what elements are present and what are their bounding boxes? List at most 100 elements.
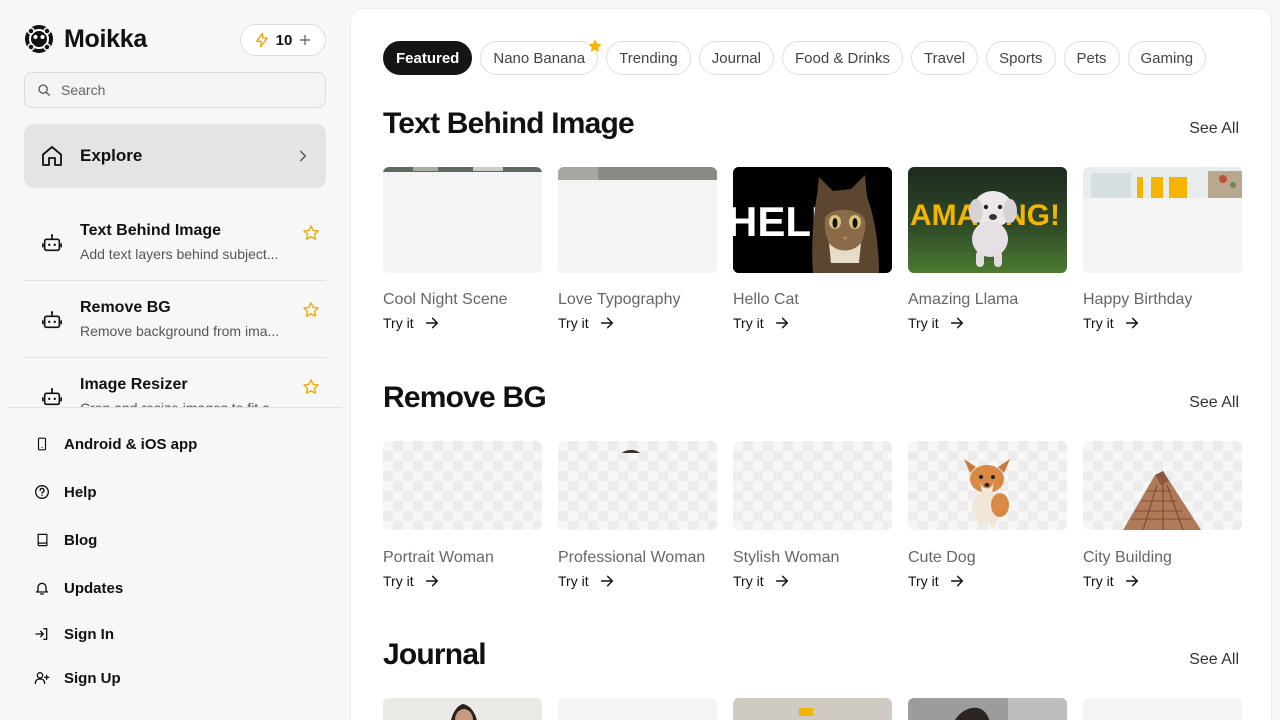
chevron-right-icon — [299, 150, 307, 162]
section-title: Journal — [383, 638, 487, 671]
arrow-right-icon — [600, 317, 613, 329]
card-title: Stylish Woman — [733, 549, 840, 566]
try-it-link[interactable]: Try it — [558, 573, 717, 589]
link-updates[interactable]: Updates — [34, 576, 284, 600]
moikka-logo-icon — [25, 25, 53, 53]
journal-thumbnail-3 — [733, 698, 892, 720]
journal-thumbnail-4 — [908, 698, 1067, 720]
card-thumbnail — [1083, 167, 1242, 273]
card-title: Cute Dog — [908, 549, 976, 566]
section-title: Remove BG — [383, 381, 547, 414]
thumbnail-placeholder — [383, 167, 542, 273]
card-row: Portrait Woman Try it Professional Woman… — [383, 441, 1242, 589]
card-thumbnail — [733, 698, 892, 720]
brand[interactable]: Moikka — [24, 24, 147, 54]
try-it-link[interactable]: Try it — [908, 315, 1067, 331]
search-box[interactable] — [24, 72, 326, 108]
search-input[interactable] — [61, 82, 311, 98]
template-card[interactable]: AMAZING! Amazing Llama Try it — [908, 167, 1067, 331]
template-card[interactable]: Love Typography Try it — [558, 167, 717, 331]
card-thumbnail — [1083, 441, 1242, 530]
sidebar-divider — [8, 407, 342, 408]
try-it-label: Try it — [558, 573, 589, 589]
chip-trending[interactable]: Trending — [606, 41, 691, 75]
section-title: Text Behind Image — [383, 107, 635, 140]
try-it-link[interactable]: Try it — [733, 573, 892, 589]
template-card[interactable] — [383, 698, 542, 720]
star-icon[interactable] — [302, 224, 320, 242]
template-card[interactable]: Cool Night Scene Try it — [383, 167, 542, 331]
robot-icon — [42, 311, 62, 329]
try-it-link[interactable]: Try it — [908, 573, 1067, 589]
template-card[interactable] — [733, 698, 892, 720]
nav-explore[interactable]: Explore — [24, 124, 326, 188]
template-card[interactable] — [1083, 698, 1242, 720]
tool-description: Remove background from ima... — [80, 323, 280, 339]
search-icon — [38, 84, 50, 96]
template-card[interactable]: Portrait Woman Try it — [383, 441, 542, 589]
link-sign-up[interactable]: Sign Up — [34, 666, 284, 690]
chip-featured[interactable]: Featured — [383, 41, 473, 75]
chip-nano-banana[interactable]: Nano Banana — [480, 39, 602, 75]
see-all-link[interactable]: See All — [1189, 394, 1239, 412]
book-icon — [37, 533, 47, 547]
template-card[interactable]: HELLO Hello Cat Try it — [733, 167, 892, 331]
star-icon[interactable] — [302, 301, 320, 319]
template-card[interactable] — [908, 698, 1067, 720]
chip-journal[interactable]: Journal — [698, 41, 774, 75]
try-it-link[interactable]: Try it — [383, 315, 542, 331]
card-row: Cool Night Scene Try it Love Typography … — [383, 167, 1242, 331]
chip-pets[interactable]: Pets — [1063, 41, 1120, 75]
phone-icon — [37, 437, 47, 451]
arrow-right-icon — [1125, 575, 1138, 587]
star-icon[interactable] — [302, 378, 320, 396]
home-icon — [42, 146, 62, 166]
try-it-label: Try it — [383, 315, 414, 331]
template-card[interactable]: Cute Dog Try it — [908, 441, 1067, 589]
card-thumbnail — [558, 441, 717, 530]
try-it-label: Try it — [1083, 315, 1114, 331]
star-filled-icon — [588, 39, 602, 52]
try-it-link[interactable]: Try it — [383, 573, 542, 589]
try-it-link[interactable]: Try it — [733, 315, 892, 331]
template-card[interactable]: Stylish Woman Try it — [733, 441, 892, 589]
link-mobile-app[interactable]: Android & iOS app — [34, 432, 284, 456]
tool-item-image-resizer[interactable]: Image Resizer Crop and resize images to … — [24, 358, 326, 408]
see-all-link[interactable]: See All — [1189, 120, 1239, 138]
tool-item-text-behind-image[interactable]: Text Behind Image Add text layers behind… — [24, 204, 326, 281]
thumbnail-placeholder — [558, 167, 717, 273]
chip-sports[interactable]: Sports — [986, 41, 1056, 75]
link-label: Blog — [64, 531, 98, 549]
plus-icon[interactable] — [298, 33, 312, 47]
template-card[interactable]: Professional Woman Try it — [558, 441, 717, 589]
link-blog[interactable]: Blog — [34, 528, 284, 552]
see-all-link[interactable]: See All — [1189, 651, 1239, 669]
chip-travel[interactable]: Travel — [911, 41, 979, 75]
help-circle-icon — [35, 485, 49, 499]
link-label: Sign In — [64, 625, 114, 643]
try-it-link[interactable]: Try it — [558, 315, 717, 331]
bell-icon — [36, 582, 48, 595]
card-thumbnail: HELLO — [733, 167, 892, 273]
link-help[interactable]: Help — [34, 480, 284, 504]
link-label: Updates — [64, 579, 124, 597]
card-title: Love Typography — [558, 291, 681, 308]
template-card[interactable] — [558, 698, 717, 720]
link-sign-in[interactable]: Sign In — [34, 622, 284, 646]
card-thumbnail — [383, 698, 542, 720]
template-card[interactable]: City Building Try it — [1083, 441, 1242, 589]
card-title: Professional Woman — [558, 549, 706, 566]
link-label: Sign Up — [64, 669, 121, 687]
city-building-image — [1123, 471, 1201, 530]
try-it-link[interactable]: Try it — [1083, 315, 1242, 331]
chip-food-drinks[interactable]: Food & Drinks — [781, 41, 904, 75]
tool-item-remove-bg[interactable]: Remove BG Remove background from ima... — [24, 281, 326, 358]
sign-in-icon — [35, 628, 48, 640]
credits-button[interactable]: 10 — [240, 24, 326, 56]
try-it-link[interactable]: Try it — [1083, 573, 1242, 589]
arrow-right-icon — [425, 575, 438, 587]
arrow-right-icon — [600, 575, 613, 587]
chip-gaming[interactable]: Gaming — [1127, 41, 1207, 75]
template-card[interactable]: Happy Birthday Try it — [1083, 167, 1242, 331]
card-thumbnail — [908, 698, 1067, 720]
